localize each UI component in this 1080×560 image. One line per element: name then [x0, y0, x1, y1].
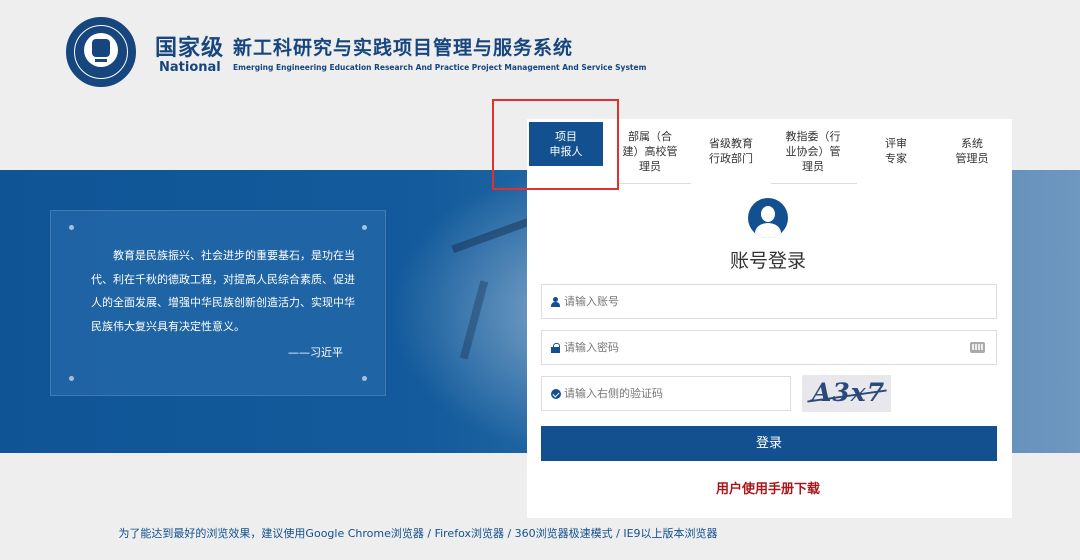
captcha-text: A3x7 — [812, 378, 886, 407]
tab-review-expert[interactable]: 评审 专家 — [861, 125, 931, 177]
tab-divider — [771, 183, 857, 184]
tab-university-admin[interactable]: 部属（合 建）高校管 理员 — [611, 125, 689, 177]
captcha-field — [541, 376, 791, 411]
user-manual-download-link[interactable]: 用户使用手册下载 — [700, 478, 836, 497]
captcha-image[interactable]: A3x7 — [802, 375, 891, 412]
title-national-cn: 国家级 — [155, 36, 225, 61]
decor-dot — [69, 225, 74, 230]
tab-committee-admin[interactable]: 教指委（行 业协会）管 理员 — [771, 125, 855, 177]
decor-dot — [69, 376, 74, 381]
tab-label: 教指委（行 业协会）管 理员 — [785, 129, 841, 173]
tab-label: 系统 管理员 — [955, 137, 989, 165]
quote-text: 教育是民族振兴、社会进步的重要基石，是功在当代、利在千秋的德政工程，对提高人民综… — [91, 249, 355, 333]
captcha-input[interactable] — [564, 377, 784, 410]
tab-provincial-education-dept[interactable]: 省级教育 行政部门 — [695, 125, 767, 177]
avatar-body — [755, 223, 781, 238]
tab-label: 省级教育 行政部门 — [709, 137, 753, 165]
decor-dot — [362, 376, 367, 381]
tab-system-admin[interactable]: 系统 管理员 — [937, 125, 1007, 177]
login-button[interactable]: 登录 — [541, 426, 997, 461]
highlight-annotation-box — [492, 99, 619, 190]
title-system-en: Emerging Engineering Education Research … — [233, 63, 647, 72]
check-circle-icon — [551, 389, 561, 399]
title-national-en: National — [159, 60, 221, 75]
account-input[interactable] — [564, 285, 964, 318]
decor-dot — [362, 225, 367, 230]
logo-core — [84, 33, 118, 67]
keyboard-icon[interactable] — [970, 342, 985, 353]
user-avatar-icon — [748, 198, 788, 238]
tab-divider — [617, 183, 691, 184]
browser-recommendation-note: 为了能达到最好的浏览效果，建议使用Google Chrome浏览器 / Fire… — [118, 527, 718, 540]
university-logo — [66, 17, 136, 87]
password-input[interactable] — [564, 331, 964, 364]
avatar-head — [761, 206, 775, 222]
lock-icon — [551, 343, 560, 353]
login-title: 账号登录 — [729, 250, 806, 272]
quote-author: ——习近平 — [288, 346, 343, 359]
user-icon — [551, 297, 560, 307]
account-field — [541, 284, 997, 319]
password-field — [541, 330, 997, 365]
title-system-cn: 新工科研究与实践项目管理与服务系统 — [233, 37, 574, 59]
calligraphy-stroke — [451, 214, 539, 254]
tab-label: 部属（合 建）高校管 理员 — [622, 129, 678, 173]
calligraphy-stroke — [459, 280, 489, 360]
tab-label: 评审 专家 — [885, 137, 907, 165]
quote-box: 教育是民族振兴、社会进步的重要基石，是功在当代、利在千秋的德政工程，对提高人民综… — [50, 210, 386, 396]
